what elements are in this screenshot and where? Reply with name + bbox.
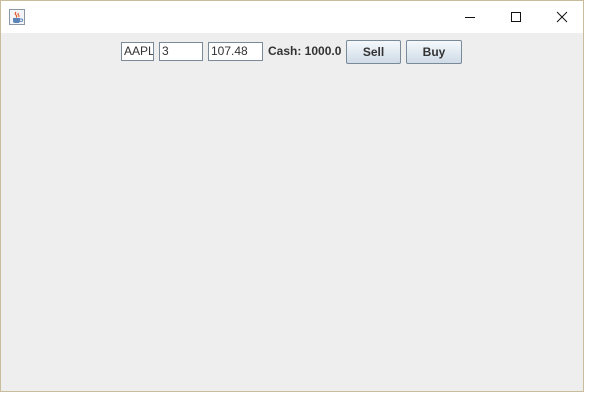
buy-button[interactable]: Buy bbox=[406, 40, 462, 64]
minimize-icon bbox=[464, 8, 476, 27]
quantity-field[interactable]: 3 bbox=[159, 42, 203, 61]
trade-toolbar: AAPL 3 107.48 Cash: 1000.0 Sell Buy bbox=[1, 33, 583, 73]
price-field[interactable]: 107.48 bbox=[208, 42, 263, 61]
title-bar[interactable] bbox=[1, 1, 583, 33]
symbol-field[interactable]: AAPL bbox=[121, 42, 154, 61]
close-icon bbox=[556, 8, 568, 27]
sell-button[interactable]: Sell bbox=[346, 40, 401, 64]
close-button[interactable] bbox=[539, 1, 585, 33]
maximize-icon bbox=[510, 8, 522, 27]
java-cup-icon[interactable] bbox=[9, 9, 25, 25]
cash-label: Cash: 1000.0 bbox=[268, 44, 342, 58]
maximize-button[interactable] bbox=[493, 1, 539, 33]
app-window: AAPL 3 107.48 Cash: 1000.0 Sell Buy bbox=[0, 0, 584, 392]
minimize-button[interactable] bbox=[447, 1, 493, 33]
